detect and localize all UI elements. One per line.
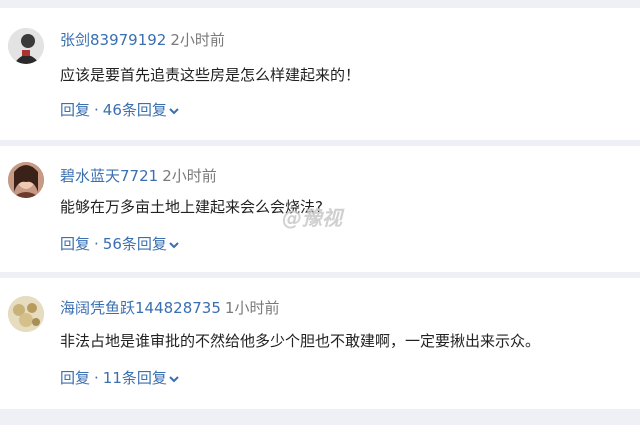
reply-button[interactable]: 回复 — [60, 101, 90, 119]
comment-actions: 回复 · 46条回复 — [60, 100, 179, 120]
comment-time: 1小时前 — [224, 299, 280, 317]
watermark: @豫视 — [282, 206, 342, 230]
comment-username[interactable]: 碧水蓝天7721 2小时前 — [60, 166, 217, 186]
chevron-down-icon[interactable] — [169, 106, 179, 116]
username-text[interactable]: 碧水蓝天7721 — [60, 167, 158, 185]
comment-actions: 回复 · 56条回复 — [60, 234, 179, 254]
comment-username[interactable]: 张剑83979192 2小时前 — [60, 30, 225, 50]
view-replies-button[interactable]: 46条回复 — [103, 101, 167, 119]
comment-item: 海阔凭鱼跃144828735 1小时前 非法占地是谁审批的不然给他多少个胆也不敢建… — [0, 278, 640, 409]
reply-button[interactable]: 回复 — [60, 235, 90, 253]
comment-time: 2小时前 — [162, 167, 217, 185]
avatar[interactable] — [8, 28, 44, 64]
view-replies-button[interactable]: 11条回复 — [103, 369, 167, 387]
chevron-down-icon[interactable] — [169, 240, 179, 250]
separator: · — [94, 369, 99, 387]
chevron-down-icon[interactable] — [169, 374, 179, 384]
separator: · — [94, 101, 99, 119]
comment-list: 张剑83979192 2小时前 应该是要首先追责这些房是怎么样建起来的！ 回复 · 4… — [0, 0, 640, 425]
comment-content: 应该是要首先追责这些房是怎么样建起来的！ — [60, 66, 361, 84]
username-text[interactable]: 张剑83979192 — [60, 31, 166, 49]
avatar[interactable] — [8, 296, 44, 332]
comment-item: 张剑83979192 2小时前 应该是要首先追责这些房是怎么样建起来的！ 回复 · 4… — [0, 8, 640, 140]
avatar[interactable] — [8, 162, 44, 198]
view-replies-button[interactable]: 56条回复 — [103, 235, 167, 253]
comment-username[interactable]: 海阔凭鱼跃144828735 1小时前 — [60, 298, 279, 318]
separator: · — [94, 235, 99, 253]
reply-button[interactable]: 回复 — [60, 369, 90, 387]
comment-content: 能够在万多亩土地上建起来会么会烧法? — [60, 198, 323, 216]
comment-content: 非法占地是谁审批的不然给他多少个胆也不敢建啊，一定要揪出来示众。 — [60, 332, 541, 350]
comment-actions: 回复 · 11条回复 — [60, 368, 179, 388]
username-text[interactable]: 海阔凭鱼跃144828735 — [60, 299, 221, 317]
comment-time: 2小时前 — [170, 31, 225, 49]
